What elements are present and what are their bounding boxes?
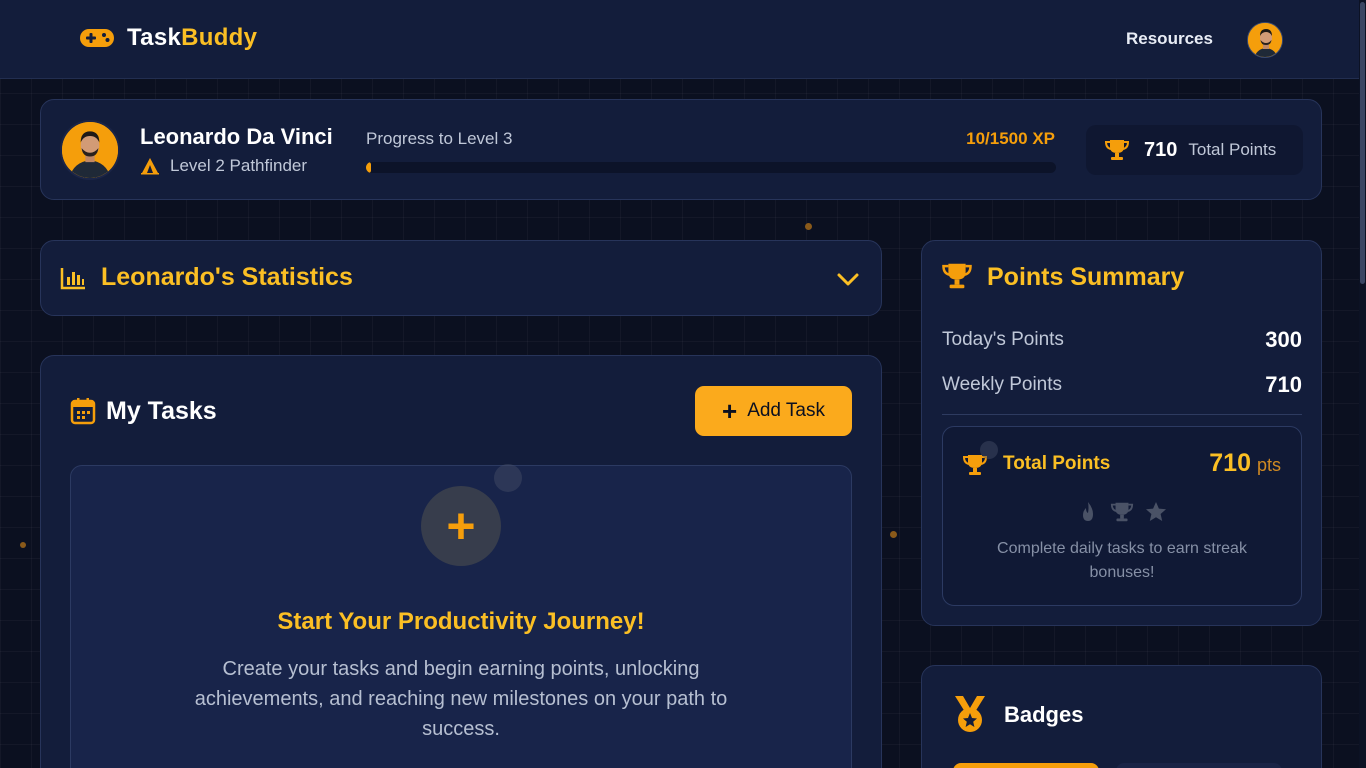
- tasks-card: My Tasks + Add Task + Start Your Product…: [40, 355, 882, 768]
- summary-divider: [942, 414, 1302, 415]
- level-progress-bar: [366, 162, 1056, 173]
- app-name: TaskBuddy: [127, 24, 258, 51]
- weekly-points-row: Weekly Points 710: [942, 372, 1302, 398]
- empty-state-description: Create your tasks and begin earning poin…: [194, 658, 728, 740]
- trophy-icon: [1110, 500, 1134, 524]
- todays-points-value: 300: [1265, 327, 1302, 352]
- medal-icon: [955, 696, 985, 732]
- decor-dot: [20, 542, 26, 548]
- badges-tab[interactable]: [1116, 763, 1282, 768]
- streak-hint: Complete daily tasks to earn streak bonu…: [997, 540, 1247, 581]
- total-points-value: 710: [1144, 138, 1178, 161]
- badges-title: Badges: [1004, 702, 1084, 727]
- empty-state-title: Start Your Productivity Journey!: [277, 608, 645, 635]
- badges-tab-active[interactable]: [953, 763, 1099, 768]
- tasks-empty-state: + Start Your Productivity Journey! Creat…: [70, 465, 852, 768]
- profile-level: Level 2 Pathfinder: [140, 156, 307, 176]
- total-points-unit: pts: [1256, 455, 1281, 475]
- add-task-button[interactable]: + Add Task: [695, 386, 852, 436]
- profile-level-text: Level 2 Pathfinder: [170, 156, 308, 175]
- add-task-label: Add Task: [747, 400, 825, 421]
- progress-label: Progress to Level 3: [366, 129, 513, 148]
- decor-dot: [890, 531, 897, 538]
- calendar-icon: [70, 398, 96, 425]
- statistics-title: Leonardo's Statistics: [101, 263, 353, 291]
- total-points-number: 710: [1209, 449, 1251, 477]
- top-navbar: TaskBuddy Resources: [0, 0, 1366, 79]
- trophy-icon: [942, 263, 972, 289]
- page-scrollbar[interactable]: [1359, 0, 1366, 768]
- profile-card: Leonardo Da Vinci Level 2 Pathfinder Pro…: [40, 99, 1322, 200]
- bar-chart-icon: [60, 268, 85, 290]
- tasks-title: My Tasks: [106, 397, 217, 425]
- todays-points-row: Today's Points 300: [942, 327, 1302, 353]
- level-progress-fill: [366, 162, 371, 173]
- nav-link-resources[interactable]: Resources: [1126, 29, 1213, 49]
- progress-xp: 10/1500 XP: [966, 129, 1055, 148]
- total-points-box-value: 710 pts: [1209, 449, 1281, 478]
- gamepad-icon: [80, 29, 114, 47]
- tent-icon: [141, 158, 159, 175]
- profile-avatar-image: [62, 122, 118, 178]
- weekly-points-label: Weekly Points: [942, 374, 1063, 395]
- profile-name: Leonardo Da Vinci: [140, 124, 333, 149]
- decor-dot: [494, 464, 522, 492]
- plus-circle-icon[interactable]: +: [421, 486, 501, 566]
- plus-icon: +: [722, 396, 738, 426]
- profile-avatar: [60, 120, 120, 180]
- badges-card: Badges: [921, 665, 1322, 768]
- decor-dot: [805, 223, 812, 230]
- chevron-down-icon[interactable]: [835, 267, 861, 291]
- statistics-panel-toggle[interactable]: Leonardo's Statistics: [40, 240, 882, 316]
- trophy-icon: [1104, 140, 1130, 160]
- total-points-label: Total Points: [1188, 140, 1277, 159]
- points-summary-title: Points Summary: [987, 263, 1185, 291]
- decor-dot: [980, 441, 998, 459]
- streak-icons: [943, 500, 1301, 524]
- points-summary-card: Points Summary Today's Points 300 Weekly…: [921, 240, 1322, 626]
- todays-points-label: Today's Points: [942, 329, 1064, 350]
- fire-icon: [1076, 500, 1100, 524]
- total-points-pill: 710 Total Points: [1086, 125, 1303, 175]
- weekly-points-value: 710: [1265, 372, 1302, 397]
- user-avatar[interactable]: [1247, 22, 1283, 58]
- user-avatar-image: [1248, 23, 1282, 57]
- star-icon: [1144, 500, 1168, 524]
- scrollbar-thumb[interactable]: [1360, 2, 1365, 284]
- app-logo[interactable]: TaskBuddy: [79, 24, 257, 52]
- total-points-box-label: Total Points: [1003, 453, 1111, 474]
